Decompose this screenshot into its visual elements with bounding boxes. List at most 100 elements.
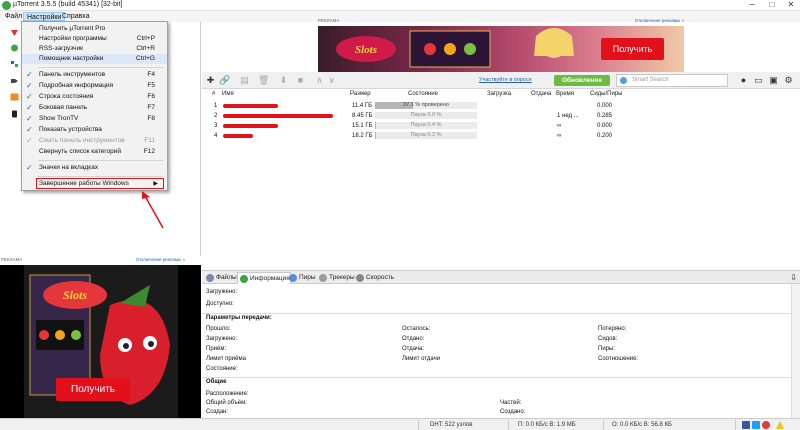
search-input[interactable]: Smart Search [616, 74, 728, 87]
menu-item-status-bar[interactable]: ✓ Строка состояния F6 [22, 92, 167, 102]
move-up-icon[interactable]: ∧ [314, 75, 325, 86]
devices-icon[interactable] [10, 110, 19, 118]
row-number: 2 [214, 113, 218, 119]
create-torrent-icon[interactable]: ▤ [239, 75, 250, 86]
column-header-time[interactable]: Время [556, 89, 574, 99]
check-icon: ✓ [26, 70, 33, 79]
info-scrollbar[interactable] [791, 284, 800, 418]
search-provider-icon [620, 77, 627, 84]
menu-item-compact-toolbar[interactable]: ✓ Сжать панель инструментов F11 [22, 136, 167, 146]
menu-file[interactable]: Файл [2, 12, 25, 21]
menu-item-rss-downloader[interactable]: RSS-загрузчик Ctrl+R [22, 44, 167, 54]
tab-files[interactable]: Файлы [204, 272, 237, 284]
column-header-upload[interactable]: Отдача [531, 89, 551, 99]
menu-separator [38, 176, 163, 177]
search-placeholder: Smart Search [632, 77, 669, 83]
row-status-bar: Пауза 0.0 % [375, 112, 477, 119]
menu-item-tab-icons[interactable]: ✓ Значки на вкладках [22, 163, 167, 173]
row-number: 1 [214, 103, 218, 109]
facebook-icon[interactable] [742, 421, 750, 429]
check-icon: ✓ [26, 81, 33, 90]
delete-icon[interactable]: 🗑 [258, 75, 269, 86]
disable-ads-link[interactable]: Отключение рекламы » [136, 257, 185, 262]
update-button[interactable]: Обновление [554, 75, 610, 86]
menu-item-show-devices[interactable]: ✓ Показать устройства [22, 125, 167, 135]
left-advertisement: РЕКЛАМА Отключение рекламы » Slots Получ… [0, 256, 201, 430]
upload-status[interactable]: О: 0.0 КБ/с В: 56.8 КБ [612, 421, 672, 429]
files-icon [206, 274, 214, 282]
transfer-section-title: Параметры передачи: [206, 315, 272, 321]
detail-tabs-bar: Файлы Информация Пиры Трекеры Скорость ⇩ [202, 270, 800, 284]
check-icon: ✓ [26, 163, 33, 172]
monitor-icon[interactable]: ▣ [768, 75, 779, 86]
menu-item-preferences[interactable]: Настройки программы Ctrl+P [22, 34, 167, 44]
ad-get-button[interactable]: Получить [601, 38, 664, 60]
column-header-name[interactable]: Имя [222, 89, 234, 99]
move-down-icon[interactable]: ∨ [326, 75, 337, 86]
menu-item-shutdown-windows[interactable]: Завершение работы Windows ▶ [36, 178, 164, 189]
disable-ads-link[interactable]: Отключение рекламы » [635, 18, 684, 23]
row-number: 4 [214, 133, 218, 139]
row-status-bar: Пауза 0.4 % [375, 122, 477, 129]
close-button[interactable]: ✕ [781, 0, 800, 11]
total-size-label: Общий объём: [206, 400, 247, 406]
warning-icon[interactable] [776, 421, 784, 429]
tab-trackers[interactable]: Трекеры [317, 272, 355, 284]
column-header-seeds-peers[interactable]: Сиды/Пиры [590, 89, 622, 99]
chat-icon[interactable]: ▭ [753, 75, 764, 86]
row-seeds: 0.285 [597, 113, 613, 119]
dht-status[interactable]: DHT: 522 узлов [430, 421, 472, 429]
column-header-size[interactable]: Размер [350, 89, 371, 99]
feeds-icon[interactable] [10, 60, 19, 68]
tab-peers[interactable]: Пиры [287, 272, 316, 284]
tab-speed[interactable]: Скорость [354, 272, 394, 284]
minimize-button[interactable]: ─ [742, 0, 762, 11]
ad-label: РЕКЛАМА [1, 257, 23, 262]
rss-icon[interactable] [10, 93, 19, 101]
column-header-status[interactable]: Состояние [408, 89, 438, 99]
peers-icon [289, 274, 297, 282]
column-header-number[interactable]: # [212, 89, 215, 99]
redacted-name [223, 104, 278, 108]
ad-banner-image[interactable]: Slots Получить [0, 265, 201, 430]
svg-text:Slots: Slots [355, 44, 377, 56]
menu-item-show-trontv[interactable]: ✓ Show TronTV F8 [22, 114, 167, 124]
row-time: 1 нед ... [557, 113, 579, 119]
check-icon: ✓ [26, 92, 33, 101]
status-bar: DHT: 522 узлов П: 0.0 КБ/с В: 1.9 МБ О: … [0, 418, 800, 430]
ad-get-button[interactable]: Получить [56, 378, 130, 401]
menu-item-sidebar[interactable]: ✓ Боковая панель F7 [22, 103, 167, 113]
menu-item-collapse-categories[interactable]: Свернуть список категорий F12 [22, 147, 167, 157]
general-section-title: Общие [206, 379, 227, 385]
submenu-arrow-icon: ▶ [153, 181, 158, 187]
category-sidebar [0, 22, 22, 256]
check-icon: ✓ [26, 103, 33, 112]
torrents-icon[interactable] [10, 29, 19, 37]
twitter-icon[interactable] [752, 421, 760, 429]
menu-item-toolbar[interactable]: ✓ Панель инструментов F4 [22, 70, 167, 80]
survey-link[interactable]: Участвуйте в опросе [479, 77, 532, 83]
download-status[interactable]: П: 0.0 КБ/с В: 1.9 МБ [518, 421, 576, 429]
column-header-download[interactable]: Загрузка [487, 89, 511, 99]
download-icon[interactable]: ⬇ [278, 75, 289, 86]
tab-info[interactable]: Информация [237, 272, 291, 284]
menu-help[interactable]: Справка [59, 12, 92, 21]
menu-item-setup-guide[interactable]: Помощник настройки Ctrl+G [22, 54, 167, 64]
ad-banner-image[interactable]: Slots Получить [318, 26, 684, 72]
menu-item-detailed-info[interactable]: ✓ Подробная информация F5 [22, 81, 167, 91]
stop-icon[interactable]: ■ [295, 75, 306, 86]
settings-gear-icon[interactable]: ⚙ [783, 75, 794, 86]
window-title: µTorrent 3.5.5 (build 45341) [32-bit] [13, 1, 123, 8]
lightbulb-icon[interactable]: ● [738, 75, 749, 86]
add-link-icon[interactable]: 🔗 [219, 75, 230, 86]
add-torrent-icon[interactable]: ✚ [205, 75, 216, 86]
maximize-button[interactable]: □ [762, 0, 782, 11]
heart-icon[interactable] [762, 421, 770, 429]
divider [202, 377, 792, 378]
bundles-icon[interactable] [10, 44, 19, 52]
collapse-panel-icon[interactable]: ⇩ [790, 273, 797, 282]
main-toolbar: ✚ 🔗 ▤ 🗑 ⬇ ■ ∧ ∨ Участвуйте в опросе Обно… [202, 72, 800, 89]
labels-icon[interactable] [10, 77, 19, 85]
menu-item-get-pro[interactable]: Получить µTorrent Pro [22, 24, 167, 34]
divider [735, 420, 736, 430]
